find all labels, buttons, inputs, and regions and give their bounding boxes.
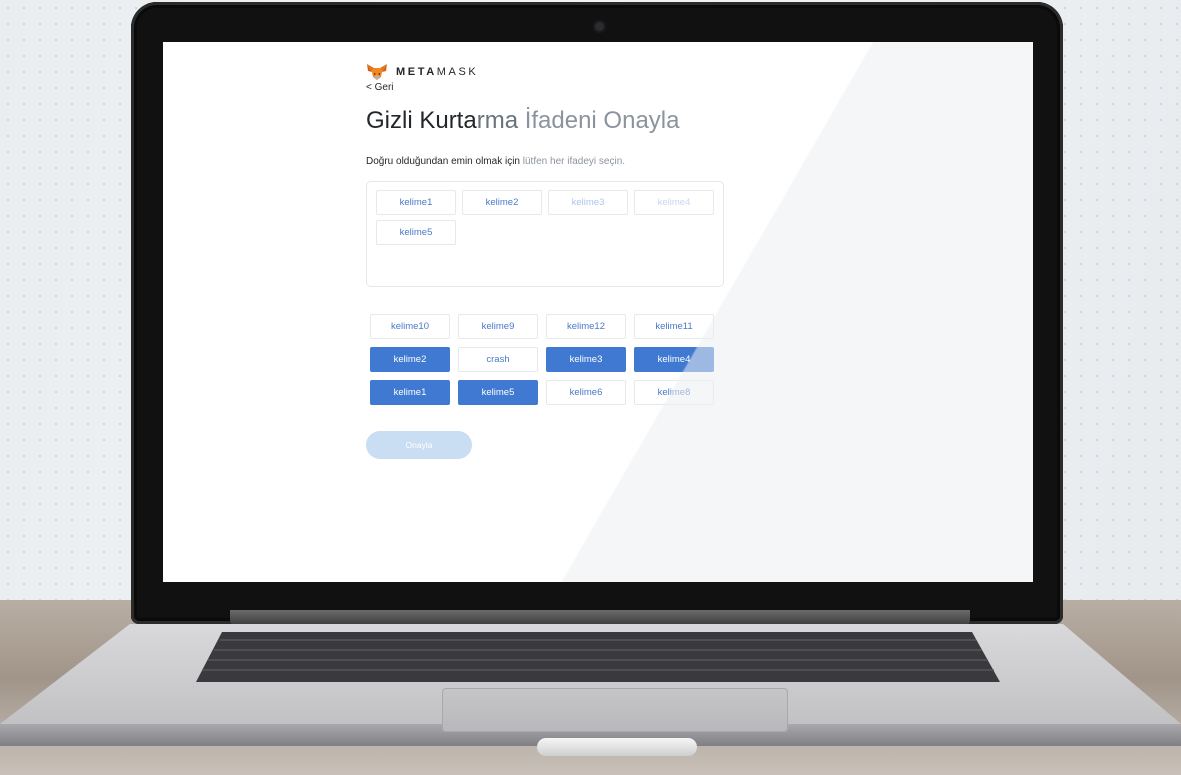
selected-word-chip[interactable]: kelime5 (376, 220, 456, 245)
metamask-wordmark: METAMASK (396, 66, 479, 78)
word-button[interactable]: kelime8 (634, 380, 714, 405)
word-button[interactable]: kelime9 (458, 314, 538, 339)
metamask-app: METAMASK < Geri Gizli Kurtarma İfadeni O… (366, 62, 926, 459)
word-button[interactable]: kelime10 (370, 314, 450, 339)
word-button[interactable]: kelime6 (546, 380, 626, 405)
confirm-button[interactable]: Onayla (366, 431, 472, 459)
word-button-selected[interactable]: kelime4 (634, 347, 714, 372)
word-button[interactable]: kelime11 (634, 314, 714, 339)
word-button[interactable]: crash (458, 347, 538, 372)
fox-icon (367, 64, 387, 80)
brand-header: METAMASK (366, 62, 926, 82)
selected-word-chip[interactable]: kelime3 (548, 190, 628, 215)
webcam (595, 22, 604, 31)
word-button-selected[interactable]: kelime5 (458, 380, 538, 405)
trackpad (442, 688, 788, 732)
word-button-selected[interactable]: kelime3 (546, 347, 626, 372)
word-button-selected[interactable]: kelime2 (370, 347, 450, 372)
word-button[interactable]: kelime12 (546, 314, 626, 339)
selected-word-chip[interactable]: kelime1 (376, 190, 456, 215)
lid-notch (537, 738, 697, 756)
word-pool-grid: kelime10 kelime9 kelime12 kelime11 kelim… (370, 314, 926, 405)
laptop-screen: METAMASK < Geri Gizli Kurtarma İfadeni O… (163, 42, 1033, 582)
instruction-text: Doğru olduğundan emin olmak için lütfen … (366, 156, 626, 167)
page-title: Gizli Kurtarma İfadeni Onayla (366, 107, 680, 134)
back-link[interactable]: < Geri (366, 82, 926, 93)
word-button-selected[interactable]: kelime1 (370, 380, 450, 405)
selected-word-chip[interactable]: kelime4 (634, 190, 714, 215)
background-dots-left (0, 0, 140, 610)
selected-word-chip[interactable]: kelime2 (462, 190, 542, 215)
selected-words-box: kelime1 kelime2 kelime3 kelime4 kelime5 (366, 181, 724, 287)
